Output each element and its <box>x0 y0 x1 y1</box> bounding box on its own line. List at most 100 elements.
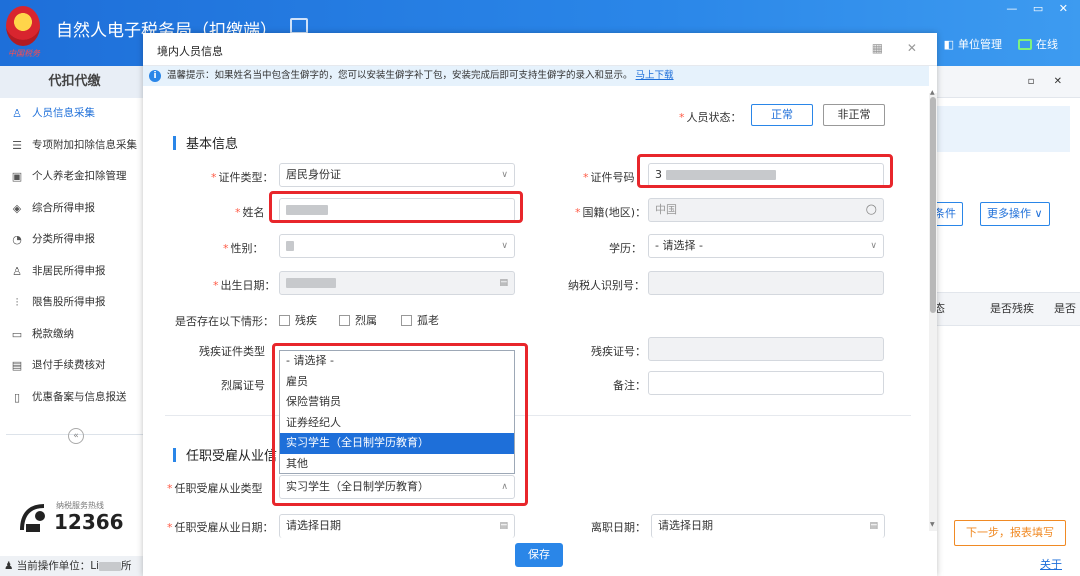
status-normal-button[interactable]: 正常 <box>751 104 813 126</box>
id-number-label: * 证件号码 <box>583 171 635 184</box>
sidebar-item-label: 限售股所得申报 <box>32 296 106 308</box>
sidebar-item[interactable]: ◈ 综合所得申报 <box>0 193 149 225</box>
remark-input[interactable] <box>648 371 884 395</box>
panel-controls[interactable]: ▫ ✕ <box>1028 76 1070 87</box>
background-content-panel: ▫ ✕ 条件 更多操作 ∨ 态 是否残疾 是否 下一步，报表填写 关于 <box>928 66 1080 576</box>
calendar-icon: ▤ <box>869 521 878 531</box>
tip-text: 温馨提示：如果姓名当中包含生僻字的，您可以安装生僻字补丁包，安装完成后即可支持生… <box>167 70 633 81</box>
hotline-number: 12366 <box>54 510 124 534</box>
sidebar-item[interactable]: ☰ 专项附加扣除信息采集 <box>0 130 149 162</box>
tax-emblem-icon <box>6 6 40 46</box>
disability-number-label: 残疾证号： <box>591 345 646 358</box>
chevron-down-icon: ∨ <box>501 170 508 180</box>
dialog-controls[interactable]: ▦ ✕ <box>872 41 927 55</box>
calculator-icon[interactable] <box>290 18 308 34</box>
receipt-icon: ▤ <box>11 359 23 372</box>
search-icon: ○ <box>865 202 877 217</box>
pension-icon: ▣ <box>11 170 23 183</box>
online-status[interactable]: 在线 <box>1018 36 1058 52</box>
info-box <box>930 106 1070 152</box>
disability-number-input[interactable] <box>648 337 884 361</box>
taxpayer-id-input[interactable] <box>648 271 884 295</box>
sidebar-item-label: 综合所得申报 <box>32 201 95 214</box>
employment-date-input[interactable]: 请选择日期 ▤ <box>279 514 515 538</box>
taxpayer-id-label: 纳税人识别号： <box>568 279 645 292</box>
id-type-label: * 证件类型： <box>211 171 274 184</box>
employment-type-label: * 任职受雇从业类型 <box>167 482 263 495</box>
sidebar-item[interactable]: ▣ 个人养老金扣除管理 <box>0 161 149 193</box>
sidebar-item[interactable]: ▤ 退付手续费核对 <box>0 350 149 382</box>
monitor-icon <box>1018 38 1032 50</box>
leave-date-input[interactable]: 请选择日期 ▤ <box>651 514 885 538</box>
birth-date-input[interactable]: ▤ <box>279 271 515 295</box>
download-link[interactable]: 马上下载 <box>636 70 674 81</box>
gender-select[interactable]: ∨ <box>279 234 515 258</box>
checkbox-disabled[interactable]: 残疾 <box>279 312 317 328</box>
sidebar-item-label: 退付手续费核对 <box>32 359 106 371</box>
nationality-input[interactable]: 中国 ○ <box>648 198 884 222</box>
sidebar-item-label: 个人养老金扣除管理 <box>32 170 127 182</box>
user-foreign-icon: ♙ <box>12 264 22 278</box>
leave-date-label: 离职日期： <box>591 521 646 534</box>
save-button[interactable]: 保存 <box>515 543 563 567</box>
sidebar-item[interactable]: ♙ 非居民所得申报 <box>0 256 149 288</box>
scroll-down-icon[interactable]: ▼ <box>930 521 935 528</box>
hotline-logo-icon <box>20 504 45 532</box>
sidebar-item[interactable]: ♙ 人员信息采集 <box>0 98 149 130</box>
document-icon: ▯ <box>13 390 21 404</box>
collapse-sidebar-button[interactable]: « <box>68 428 84 444</box>
sidebar-item[interactable]: ⫶ 限售股所得申报 <box>0 287 149 319</box>
online-label: 在线 <box>1036 38 1058 51</box>
employment-section: 任职受雇从业信 <box>173 445 277 464</box>
sidebar-item[interactable]: ▭ 税款缴纳 <box>0 319 149 351</box>
redacted-unit <box>99 561 122 571</box>
id-type-select[interactable]: 居民身份证 ∨ <box>279 163 515 187</box>
person-icon: ♙ <box>12 107 22 120</box>
sidebar-item-label: 专项附加扣除信息采集 <box>32 138 137 151</box>
person-info-dialog: 境内人员信息 ▦ ✕ i 温馨提示：如果姓名当中包含生僻字的，您可以安装生僻字补… <box>143 33 937 576</box>
wallet-icon: ▭ <box>11 327 23 341</box>
martyr-number-label: 烈属证号 <box>221 379 265 392</box>
status-abnormal-button[interactable]: 非正常 <box>823 104 885 126</box>
about-link[interactable]: 关于 <box>1040 556 1062 572</box>
redacted-birth-date <box>286 278 336 288</box>
remark-label: 备注： <box>613 379 646 392</box>
sidebar-item[interactable]: ▯ 优惠备案与信息报送 <box>0 382 149 414</box>
basic-info-section: 基本信息 <box>173 133 238 152</box>
checkbox-martyr[interactable]: 烈属 <box>339 312 377 328</box>
calendar-icon: ▤ <box>499 278 508 288</box>
status-prefix: 当前操作单位：Li <box>16 560 100 572</box>
sidebar-item[interactable]: ◔ 分类所得申报 <box>0 224 149 256</box>
unit-management-label: 单位管理 <box>958 38 1002 51</box>
birth-date-label: * 出生日期： <box>213 279 276 292</box>
nationality-label: * 国籍(地区)： <box>575 206 647 219</box>
checkbox-elderly[interactable]: 孤老 <box>401 312 439 328</box>
scroll-up-icon[interactable]: ▲ <box>930 89 935 96</box>
sidebar: 代扣代缴 ♙ 人员信息采集 ☰ 专项附加扣除信息采集 ▣ 个人养老金扣除管理 ◈ 综合所得申报… <box>0 66 150 576</box>
window-controls[interactable]: — ▭ ✕ <box>1006 2 1074 15</box>
status-suffix: 所 <box>121 560 132 572</box>
bar-chart-icon: ⫶ <box>15 296 19 309</box>
unit-management-button[interactable]: ◧ 单位管理 <box>944 36 1002 52</box>
status-label: * 人员状态： <box>679 111 742 124</box>
sidebar-item-label: 非居民所得申报 <box>32 264 106 277</box>
special-situation-label: 是否存在以下情形： <box>175 315 274 328</box>
name-label: * 姓名 <box>235 206 265 219</box>
section-title: 基本信息 <box>186 137 239 152</box>
scrollbar-thumb[interactable] <box>930 97 936 313</box>
redacted-gender <box>286 241 294 251</box>
sidebar-menu: ♙ 人员信息采集 ☰ 专项附加扣除信息采集 ▣ 个人养老金扣除管理 ◈ 综合所得申报 ◔ 分类所得… <box>0 98 149 413</box>
sidebar-header: 代扣代缴 <box>0 66 149 98</box>
education-label: 学历： <box>609 242 642 255</box>
emblem-caption: 中国税务 <box>8 49 40 58</box>
employment-date-label: * 任职受雇从业日期： <box>167 521 274 534</box>
column-disabled: 是否残疾 <box>990 302 1034 315</box>
calendar-icon: ▤ <box>499 521 508 531</box>
sidebar-item-label: 人员信息采集 <box>32 107 95 119</box>
more-actions-button[interactable]: 更多操作 ∨ <box>980 202 1050 226</box>
next-step-button[interactable]: 下一步，报表填写 <box>954 520 1066 546</box>
tab-bar: ▫ ✕ <box>930 66 1080 98</box>
chevron-down-icon: ∨ <box>870 241 877 251</box>
dialog-header: 境内人员信息 ▦ ✕ <box>143 33 937 66</box>
education-select[interactable]: - 请选择 - ∨ <box>648 234 884 258</box>
